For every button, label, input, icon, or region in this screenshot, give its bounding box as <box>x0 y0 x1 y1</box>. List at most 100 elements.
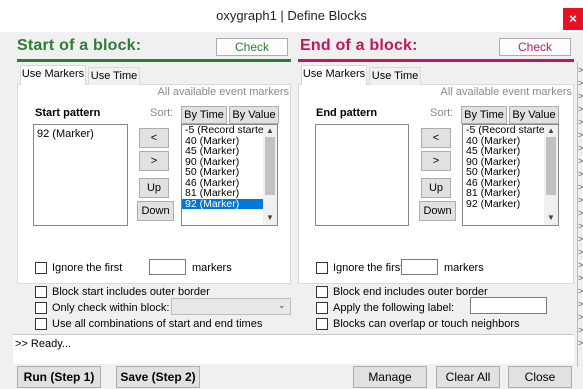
list-item[interactable]: 45 (Marker) <box>182 146 263 157</box>
start-sort-label: Sort: <box>150 107 174 119</box>
end-markers-scrollbar[interactable]: ▲ ▼ <box>544 125 558 225</box>
use-all-combinations-checkbox[interactable] <box>35 318 47 330</box>
list-item[interactable]: -5 (Record started) <box>182 125 263 136</box>
list-item[interactable]: -5 (Record started) <box>463 125 544 136</box>
start-markers-scrollbar[interactable]: ▲ ▼ <box>263 125 277 225</box>
use-all-combinations-label: Use all combinations of start and end ti… <box>52 318 263 330</box>
overlap-label: Blocks can overlap or touch neighbors <box>333 318 520 330</box>
scroll-down-icon[interactable]: ▼ <box>547 213 555 223</box>
save-step2-button[interactable]: Save (Step 2) <box>116 366 200 388</box>
end-heading-underline <box>298 59 574 62</box>
start-ignore-checkbox[interactable] <box>35 262 47 274</box>
close-button[interactable]: Close <box>508 366 572 388</box>
only-within-select[interactable]: ⌄ <box>171 298 291 315</box>
chevron-right-icon: > <box>578 312 583 322</box>
end-down-button[interactable]: Down <box>419 201 456 221</box>
end-pattern-label: End pattern <box>316 107 378 119</box>
chevron-right-icon: > <box>578 156 583 166</box>
end-move-left-button[interactable]: < <box>421 128 451 148</box>
list-item[interactable]: 50 (Marker) <box>463 167 544 178</box>
chevron-right-icon: > <box>578 91 583 101</box>
chevron-right-icon: > <box>578 234 583 244</box>
start-outer-border-checkbox[interactable] <box>35 286 47 298</box>
chevron-right-icon: > <box>578 130 583 140</box>
end-block-heading: End of a block: <box>300 37 418 54</box>
close-window-button[interactable]: × <box>563 8 583 30</box>
right-edge-strip: > > > > > > > > > > > > > > > > > > > > > > <box>577 62 583 367</box>
chevron-right-icon: > <box>578 169 583 179</box>
tab-end-use-markers[interactable]: Use Markers <box>301 65 367 85</box>
end-sort-by-value-button[interactable]: By Value <box>509 106 559 124</box>
start-pattern-list[interactable]: 92 (Marker) <box>33 124 128 226</box>
start-sort-by-time-button[interactable]: By Time <box>181 106 227 124</box>
end-ignore-checkbox[interactable] <box>316 262 328 274</box>
start-check-button[interactable]: Check <box>216 38 288 56</box>
list-item[interactable]: 40 (Marker) <box>463 136 544 147</box>
list-item[interactable]: 40 (Marker) <box>182 136 263 147</box>
start-move-left-button[interactable]: < <box>139 128 169 148</box>
manage-button[interactable]: Manage <box>353 366 427 388</box>
end-sort-by-time-button[interactable]: By Time <box>461 106 507 124</box>
chevron-right-icon: > <box>578 221 583 231</box>
scroll-down-icon[interactable]: ▼ <box>266 213 274 223</box>
apply-label-label: Apply the following label: <box>333 302 455 314</box>
end-outer-border-checkbox[interactable] <box>316 286 328 298</box>
end-available-markers-list[interactable]: -5 (Record started) 40 (Marker) 45 (Mark… <box>462 124 559 226</box>
scroll-thumb[interactable] <box>265 137 275 195</box>
list-item[interactable]: 81 (Marker) <box>182 188 263 199</box>
start-sort-by-value-button[interactable]: By Value <box>229 106 279 124</box>
chevron-down-icon[interactable]: ⌄ <box>278 300 286 311</box>
chevron-right-icon: > <box>578 182 583 192</box>
start-down-button[interactable]: Down <box>137 201 174 221</box>
tab-end-use-time[interactable]: Use Time <box>369 67 421 85</box>
right-edge-arrows: > > > > > > > > > > > > > > > > > > > > > > <box>578 64 583 350</box>
list-item[interactable]: 92 (Marker) <box>463 199 544 210</box>
end-ignore-count-input[interactable] <box>401 259 438 275</box>
clear-all-button[interactable]: Clear All <box>436 366 500 388</box>
tab-start-use-markers[interactable]: Use Markers <box>20 65 86 85</box>
list-item[interactable]: 81 (Marker) <box>463 188 544 199</box>
scroll-up-icon[interactable]: ▲ <box>547 126 555 136</box>
run-step1-button[interactable]: Run (Step 1) <box>17 366 101 388</box>
chevron-right-icon: > <box>578 78 583 88</box>
window-title: oxygraph1 | Define Blocks <box>216 8 367 23</box>
start-heading-underline <box>17 59 291 62</box>
end-check-button[interactable]: Check <box>499 38 571 56</box>
end-move-right-button[interactable]: > <box>421 151 451 171</box>
log-text: >> Ready... <box>15 338 72 350</box>
chevron-right-icon: > <box>578 325 583 335</box>
list-item-selected[interactable]: 92 (Marker) <box>182 198 263 209</box>
apply-label-input[interactable] <box>470 297 547 314</box>
list-item[interactable]: 46 (Marker) <box>463 178 544 189</box>
end-markers-items: -5 (Record started) 40 (Marker) 45 (Mark… <box>463 125 544 225</box>
chevron-right-icon: > <box>578 260 583 270</box>
start-ignore-count-input[interactable] <box>149 259 186 275</box>
start-up-button[interactable]: Up <box>139 178 169 198</box>
log-area[interactable]: >> Ready... <box>13 334 574 354</box>
list-item[interactable]: 90 (Marker) <box>182 157 263 168</box>
overlap-checkbox[interactable] <box>316 318 328 330</box>
only-within-checkbox[interactable] <box>35 302 47 314</box>
start-markers-label: markers <box>192 262 232 274</box>
start-move-right-button[interactable]: > <box>139 151 169 171</box>
tab-start-use-time[interactable]: Use Time <box>88 67 140 85</box>
scroll-up-icon[interactable]: ▲ <box>266 126 274 136</box>
list-item[interactable]: 46 (Marker) <box>182 178 263 189</box>
list-item[interactable]: 45 (Marker) <box>463 146 544 157</box>
end-sort-label: Sort: <box>430 107 454 119</box>
end-pattern-list[interactable] <box>315 124 409 226</box>
scroll-thumb[interactable] <box>546 137 556 195</box>
start-available-markers-list[interactable]: -5 (Record started) 40 (Marker) 45 (Mark… <box>181 124 278 226</box>
list-item[interactable]: 50 (Marker) <box>182 167 263 178</box>
list-item[interactable]: 90 (Marker) <box>463 157 544 168</box>
start-ignore-label: Ignore the first <box>52 262 123 274</box>
chevron-right-icon: > <box>578 273 583 283</box>
log-area-fill <box>13 354 574 364</box>
chevron-right-icon: > <box>578 117 583 127</box>
list-item[interactable]: 92 (Marker) <box>34 125 127 142</box>
end-ignore-label: Ignore the first <box>333 262 404 274</box>
end-outer-border-label: Block end includes outer border <box>333 286 488 298</box>
apply-label-checkbox[interactable] <box>316 302 328 314</box>
end-up-button[interactable]: Up <box>421 178 451 198</box>
chevron-right-icon: > <box>578 338 583 348</box>
